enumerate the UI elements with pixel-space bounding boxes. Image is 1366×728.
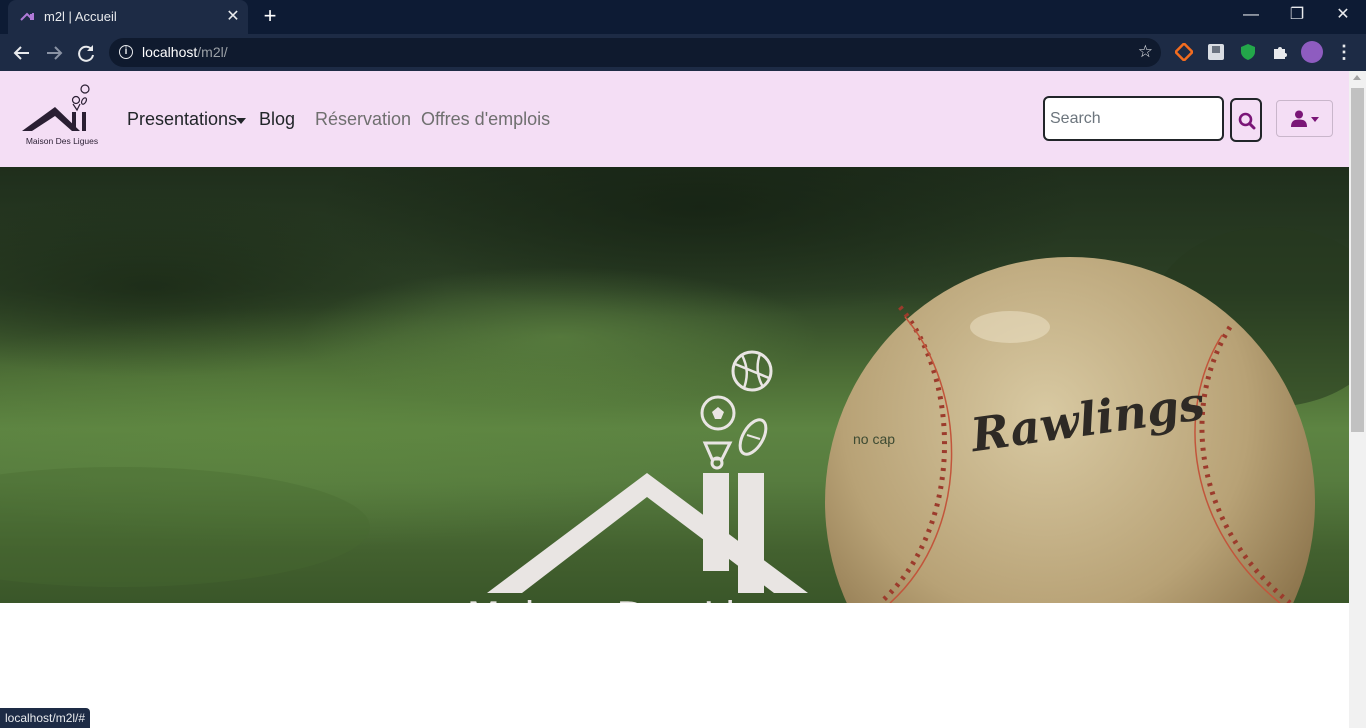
window-minimize-button[interactable]: — bbox=[1228, 0, 1274, 34]
hero-logo-title: Maison Des Ligues bbox=[467, 595, 830, 603]
forward-arrow-icon[interactable] bbox=[40, 39, 68, 67]
window-maximize-button[interactable]: ❐ bbox=[1274, 0, 1320, 34]
user-menu-button[interactable] bbox=[1276, 100, 1333, 137]
search-icon bbox=[1238, 112, 1256, 130]
page-extension-icon[interactable] bbox=[1207, 43, 1225, 61]
back-arrow-icon[interactable] bbox=[8, 39, 36, 67]
nav-blog-link[interactable]: Blog bbox=[259, 109, 295, 130]
puzzle-extensions-icon[interactable] bbox=[1271, 43, 1289, 61]
address-bar[interactable]: i localhost/m2l/ ☆ bbox=[109, 38, 1161, 67]
url-host: localhost bbox=[142, 44, 198, 60]
scroll-up-icon[interactable] bbox=[1353, 75, 1361, 80]
link-status-bubble: localhost/m2l/# bbox=[0, 708, 91, 728]
nav-presentations-dropdown[interactable]: Presentations bbox=[127, 109, 237, 130]
brand-logo-text: Maison Des Ligues bbox=[26, 136, 98, 146]
address-url: localhost/m2l/ bbox=[142, 44, 228, 60]
page-scrollbar[interactable] bbox=[1349, 71, 1366, 728]
profile-avatar[interactable] bbox=[1301, 41, 1323, 63]
shield-extension-icon[interactable] bbox=[1239, 43, 1257, 61]
m2l-favicon-icon bbox=[20, 12, 34, 21]
window-close-button[interactable]: ✕ bbox=[1320, 0, 1366, 34]
hero-caption: no cap bbox=[853, 431, 896, 447]
user-caret-down-icon bbox=[1311, 117, 1319, 122]
site-info-icon[interactable]: i bbox=[119, 45, 133, 59]
nav-offres-link[interactable]: Offres d'emplois bbox=[421, 109, 550, 130]
browser-menu-icon[interactable]: ⋮ bbox=[1334, 40, 1354, 64]
site-navbar: Maison Des Ligues Presentations Blog Rés… bbox=[0, 71, 1349, 167]
tab-close-icon[interactable]: ✕ bbox=[224, 8, 242, 26]
user-icon bbox=[1291, 110, 1307, 127]
page-viewport: Maison Des Ligues Presentations Blog Rés… bbox=[0, 71, 1349, 728]
hero-scene: Rawlings Maison Des Ligues bbox=[0, 227, 1349, 603]
hero-logo: Maison Des Ligues bbox=[467, 350, 830, 603]
browser-tab-active[interactable]: m2l | Accueil ✕ bbox=[8, 0, 248, 34]
new-tab-button[interactable]: + bbox=[258, 5, 282, 29]
honey-extension-icon[interactable] bbox=[1175, 43, 1193, 61]
search-button[interactable] bbox=[1230, 98, 1262, 142]
brand-logo[interactable]: Maison Des Ligues bbox=[20, 83, 104, 149]
scroll-thumb[interactable] bbox=[1351, 88, 1364, 432]
browser-tabstrip: m2l | Accueil ✕ + — ❐ ✕ bbox=[0, 0, 1366, 34]
url-path: /m2l/ bbox=[197, 44, 228, 60]
hero-banner: Rawlings Maison Des Ligues no cap bbox=[0, 167, 1349, 603]
tab-title: m2l | Accueil bbox=[44, 9, 117, 24]
caret-down-icon[interactable] bbox=[236, 118, 246, 124]
nav-reservation-link[interactable]: Réservation bbox=[315, 109, 411, 130]
reload-icon[interactable] bbox=[72, 39, 100, 67]
search-input[interactable] bbox=[1043, 96, 1224, 141]
bookmark-star-icon[interactable]: ☆ bbox=[1138, 42, 1153, 62]
browser-toolbar: i localhost/m2l/ ☆ ⋮ bbox=[0, 34, 1366, 71]
